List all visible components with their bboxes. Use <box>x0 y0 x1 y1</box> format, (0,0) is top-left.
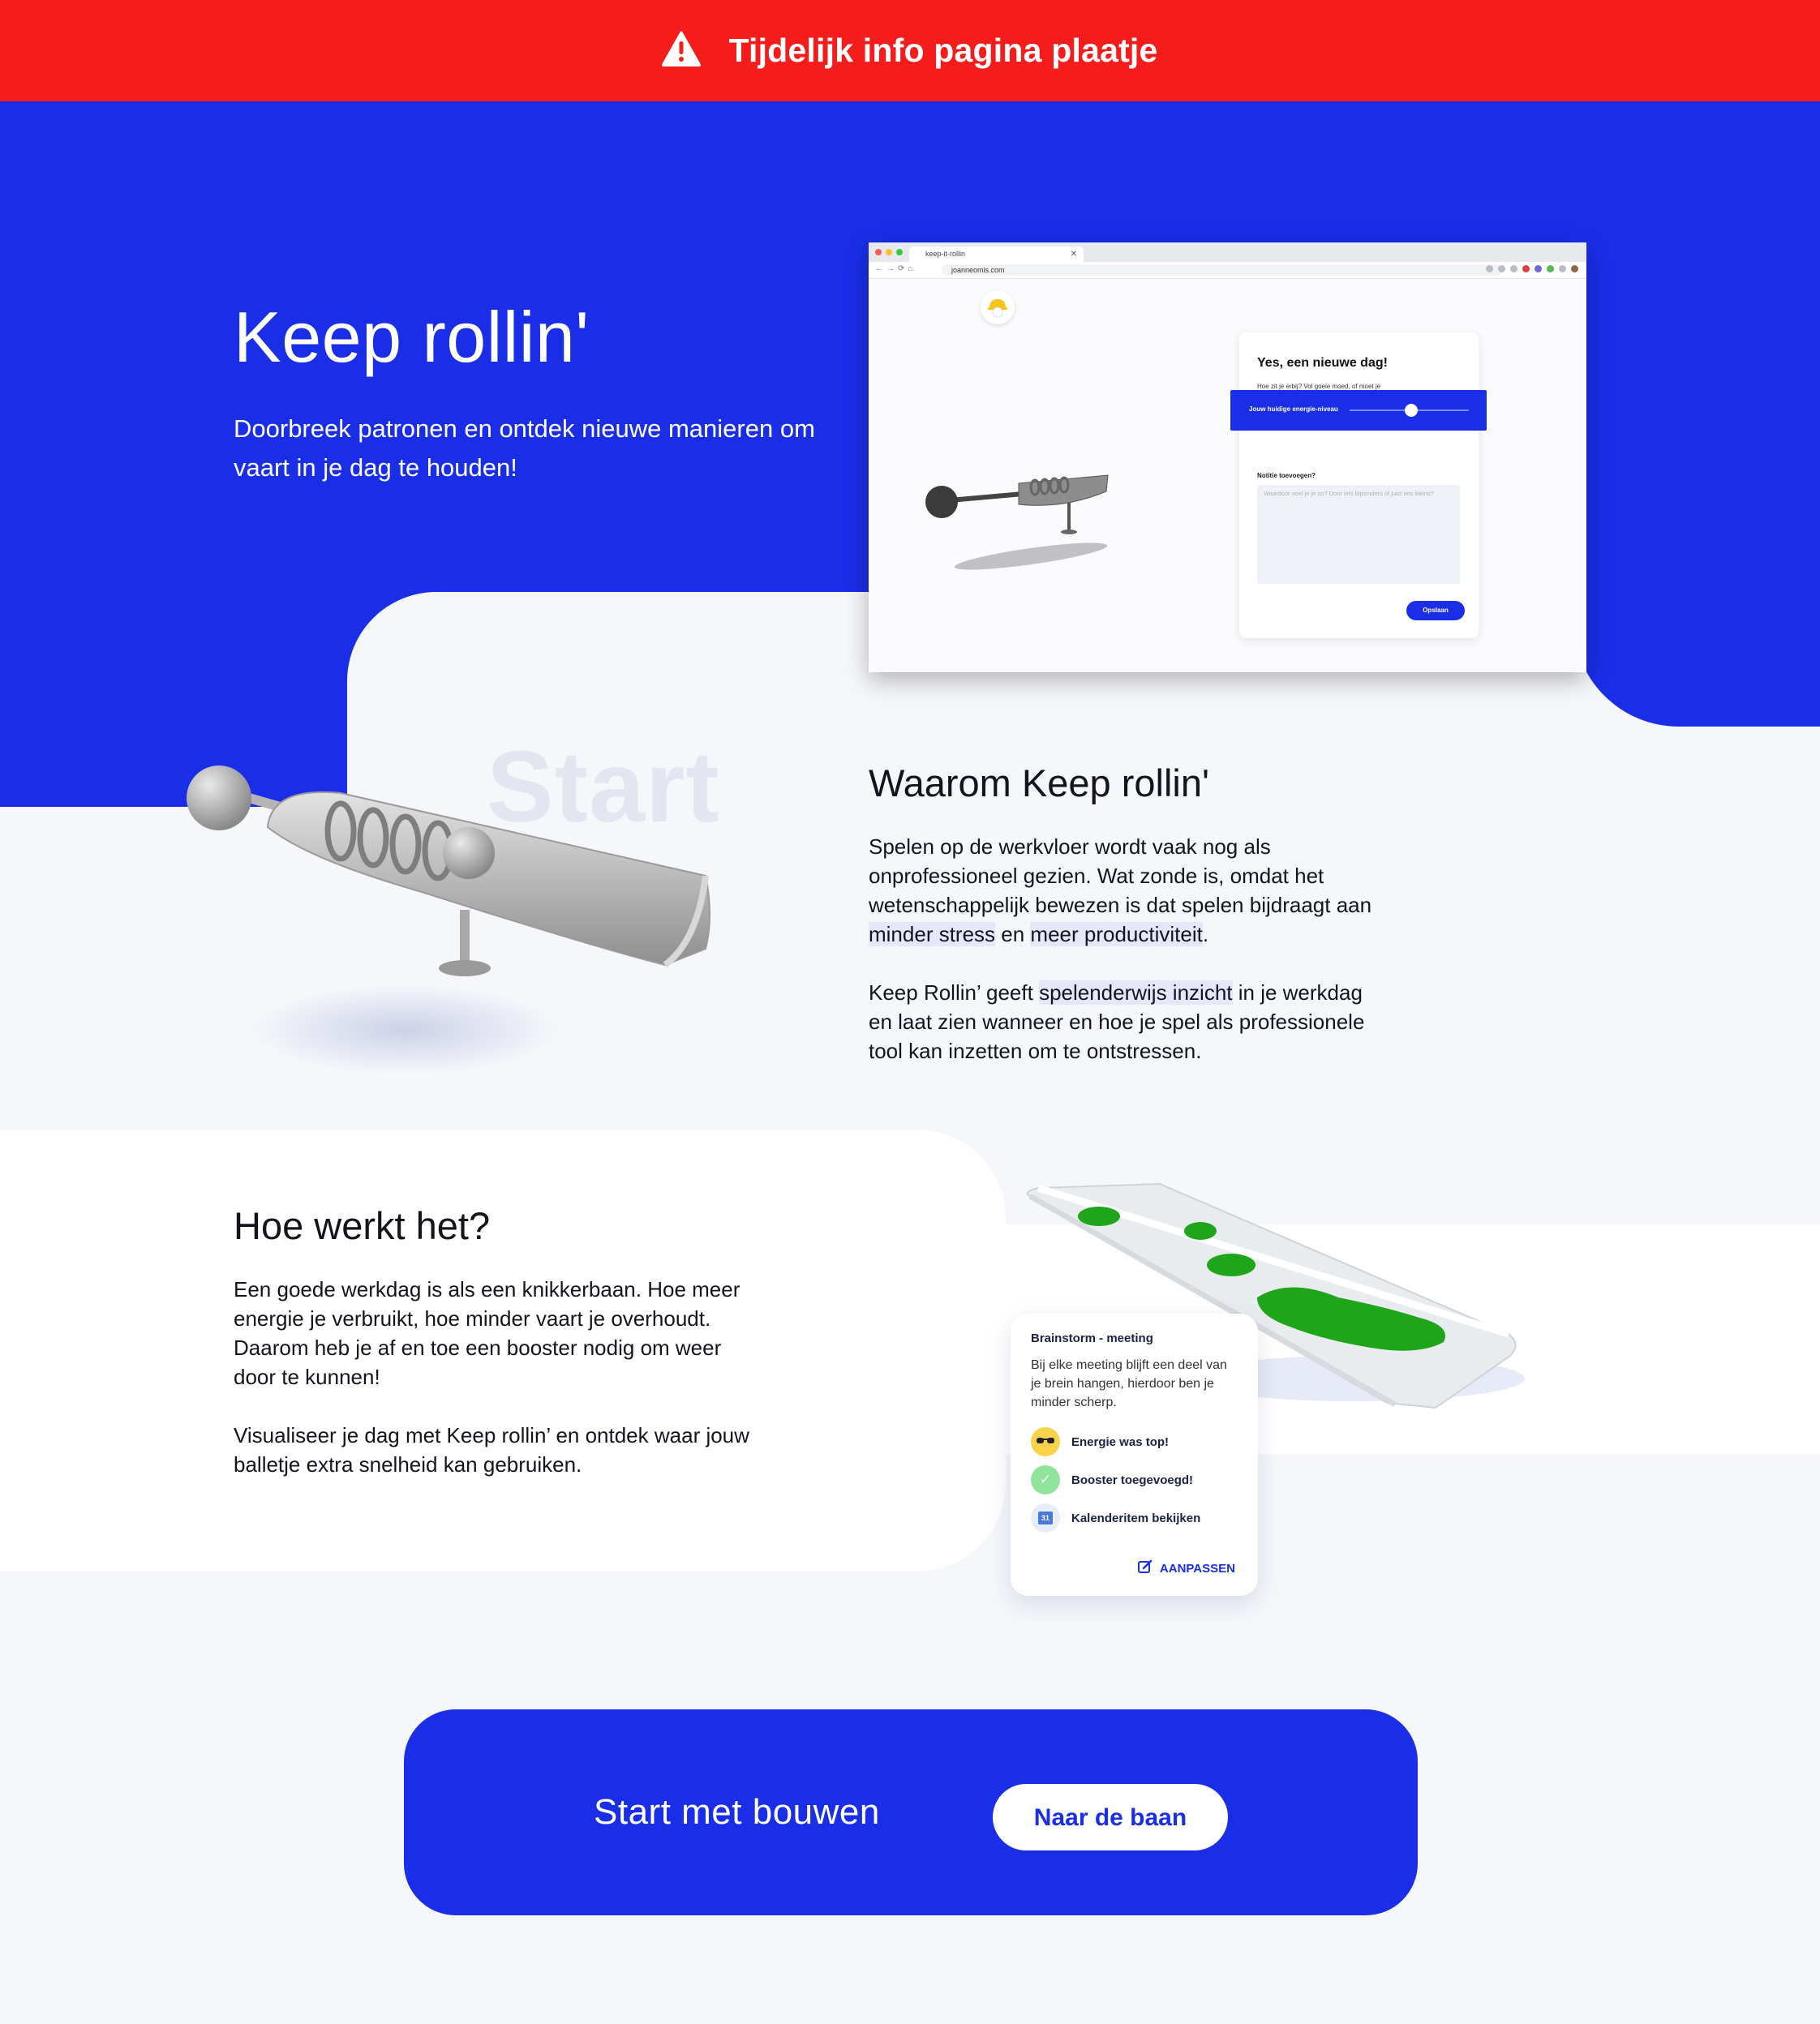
meeting-card: Brainstorm - meeting Bij elke meeting bl… <box>1011 1314 1258 1596</box>
highlight-playful-insight: spelenderwijs inzicht <box>1039 980 1233 1005</box>
note-textarea: Waardoor voel je je zo? Door iets bijzon… <box>1257 485 1460 584</box>
energy-strip: Jouw huidige energie-niveau <box>1230 390 1487 431</box>
calendar-icon: 31 <box>1031 1503 1060 1533</box>
page-title: Keep rollin' <box>234 297 590 377</box>
card-title: Yes, een nieuwe dag! <box>1257 356 1388 370</box>
minimize-dot-icon <box>886 249 892 255</box>
energy-row: Energie was top! <box>1031 1427 1169 1456</box>
meeting-description: Bij elke meeting blijft een deel van je … <box>1031 1358 1227 1409</box>
browser-content: Yes, een nieuwe dag! Hoe zit je erbij? V… <box>869 279 1586 672</box>
sunglasses-emoji-icon <box>1031 1427 1060 1456</box>
close-dot-icon <box>875 249 882 255</box>
why-section-title: Waarom Keep rollin' <box>869 761 1209 804</box>
note-label: Notitie toevoegen? <box>1257 472 1316 479</box>
new-day-card: Yes, een nieuwe dag! Hoe zit je erbij? V… <box>1239 332 1479 638</box>
booster-row: ✓ Booster toegevoegd! <box>1031 1465 1193 1494</box>
save-button: Opslaan <box>1406 601 1465 620</box>
edit-button[interactable]: AANPASSEN <box>1137 1559 1235 1578</box>
go-to-track-button[interactable]: Naar de baan <box>993 1784 1228 1850</box>
browser-tabbar: keep-it-rollin ✕ <box>869 242 1586 262</box>
warning-icon <box>662 31 702 71</box>
how-paragraph-2: Visualiseer je dag met Keep rollin’ en o… <box>234 1423 749 1477</box>
cta-text: Start met bouwen <box>594 1792 880 1832</box>
marble-launcher-small-illustration <box>925 474 1109 570</box>
url-field: joanneomis.com <box>942 264 1501 276</box>
edit-icon <box>1137 1559 1153 1578</box>
extension-icons <box>1486 265 1578 272</box>
page-subtitle: Doorbreek patronen en ontdek nieuwe mani… <box>234 414 815 482</box>
energy-slider-knob <box>1405 404 1418 417</box>
highlight-more-productivity: meer productiviteit <box>1030 922 1203 946</box>
browser-urlbar: ←→⟳⌂ joanneomis.com <box>869 262 1586 279</box>
energy-label: Jouw huidige energie-niveau <box>1249 405 1338 413</box>
why-paragraph-1: Spelen op de werkvloer wordt vaak nog al… <box>869 834 1372 946</box>
browser-nav-icons: ←→⟳⌂ <box>875 264 916 273</box>
calendar-row[interactable]: 31 Kalenderitem bekijken <box>1031 1503 1200 1533</box>
maximize-dot-icon <box>896 249 903 255</box>
marble-launcher-illustration <box>187 765 710 1074</box>
edit-label[interactable]: AANPASSEN <box>1160 1562 1235 1576</box>
how-paragraph-1: Een goede werkdag is als een knikkerbaan… <box>234 1277 740 1389</box>
cta-panel: Start met bouwen Naar de baan <box>404 1709 1418 1915</box>
app-screenshot: keep-it-rollin ✕ ←→⟳⌂ joanneomis.com Yes… <box>869 242 1586 672</box>
avatar-icon <box>981 290 1015 324</box>
check-icon: ✓ <box>1031 1465 1060 1494</box>
close-tab-icon: ✕ <box>1070 250 1077 259</box>
warning-banner: Tijdelijk info pagina plaatje <box>0 0 1820 101</box>
highlight-less-stress: minder stress <box>869 922 996 946</box>
how-section-title: Hoe werkt het? <box>234 1204 491 1247</box>
why-paragraph-2: Keep Rollin’ geeft spelenderwijs inzicht… <box>869 980 1365 1063</box>
banner-text: Tijdelijk info pagina plaatje <box>728 32 1158 69</box>
browser-tab: keep-it-rollin ✕ <box>909 247 1084 262</box>
meeting-title: Brainstorm - meeting <box>1031 1331 1153 1345</box>
